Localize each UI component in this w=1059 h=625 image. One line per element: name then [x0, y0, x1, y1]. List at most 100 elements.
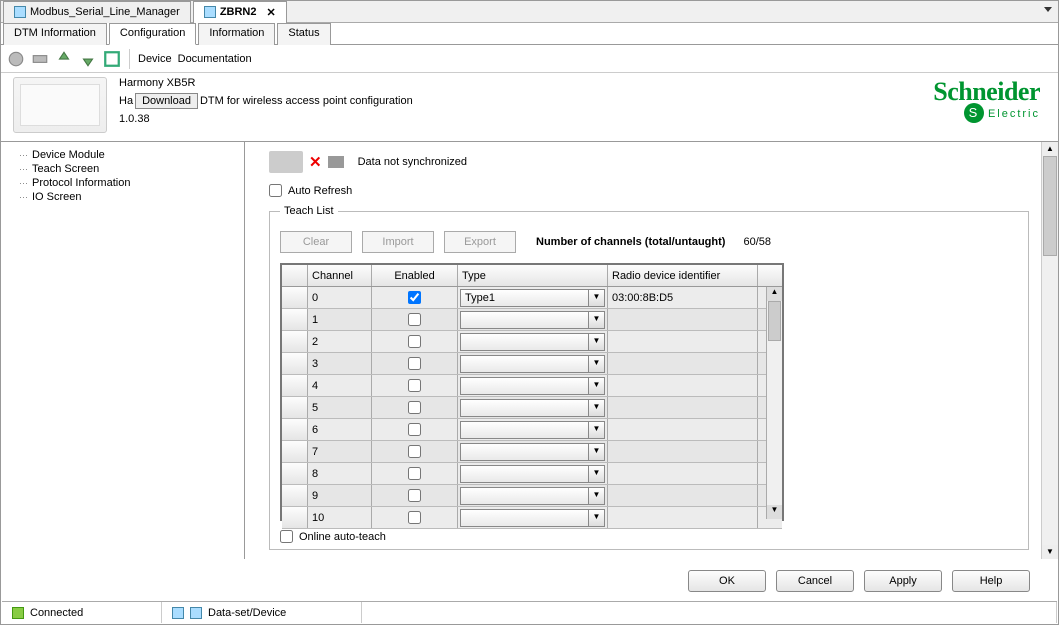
auto-refresh-checkbox[interactable] [269, 184, 282, 197]
tab-zbrn2[interactable]: ZBRN2 ✕ [193, 1, 287, 23]
chevron-down-icon[interactable]: ▼ [588, 444, 604, 460]
row-header[interactable] [282, 463, 308, 484]
table-row[interactable]: 4▼ [282, 375, 782, 397]
download-button[interactable]: Download [135, 93, 198, 109]
connect-icon[interactable] [7, 50, 25, 68]
sidebar-item-protocol-info[interactable]: Protocol Information [9, 176, 236, 190]
enabled-checkbox[interactable] [408, 357, 421, 370]
clear-button[interactable]: Clear [280, 231, 352, 253]
row-header[interactable] [282, 485, 308, 506]
scroll-up-icon[interactable]: ▲ [1042, 142, 1058, 156]
row-header[interactable] [282, 353, 308, 374]
subtab-configuration[interactable]: Configuration [109, 23, 196, 45]
subtab-status[interactable]: Status [277, 23, 330, 45]
cell-enabled[interactable] [372, 463, 458, 484]
cell-type[interactable]: Type1▼ [458, 287, 608, 308]
export-button[interactable]: Export [444, 231, 516, 253]
cell-enabled[interactable] [372, 441, 458, 462]
row-header[interactable] [282, 419, 308, 440]
subtab-information[interactable]: Information [198, 23, 275, 45]
cell-enabled[interactable] [372, 397, 458, 418]
chevron-down-icon[interactable]: ▼ [588, 400, 604, 416]
cell-enabled[interactable] [372, 419, 458, 440]
cell-type[interactable]: ▼ [458, 309, 608, 330]
upload-icon[interactable] [55, 50, 73, 68]
cell-type[interactable]: ▼ [458, 441, 608, 462]
enabled-checkbox[interactable] [408, 467, 421, 480]
cell-enabled[interactable] [372, 507, 458, 528]
enabled-checkbox[interactable] [408, 511, 421, 524]
chevron-down-icon[interactable]: ▼ [588, 356, 604, 372]
chevron-down-icon[interactable]: ▼ [588, 488, 604, 504]
grid-scrollbar[interactable]: ▲ ▼ [766, 287, 782, 519]
enabled-checkbox[interactable] [408, 335, 421, 348]
main-scrollbar[interactable]: ▲ ▼ [1041, 142, 1058, 559]
scroll-thumb[interactable] [1043, 156, 1057, 256]
enabled-checkbox[interactable] [408, 313, 421, 326]
cell-type[interactable]: ▼ [458, 419, 608, 440]
close-icon[interactable]: ✕ [267, 6, 276, 19]
scroll-down-icon[interactable]: ▼ [767, 505, 782, 519]
cell-type[interactable]: ▼ [458, 353, 608, 374]
enabled-checkbox[interactable] [408, 401, 421, 414]
scroll-down-icon[interactable]: ▼ [1042, 545, 1058, 559]
cell-enabled[interactable] [372, 375, 458, 396]
cell-enabled[interactable] [372, 485, 458, 506]
cell-enabled[interactable] [372, 309, 458, 330]
import-button[interactable]: Import [362, 231, 434, 253]
chevron-down-icon[interactable] [1044, 7, 1052, 12]
table-row[interactable]: 9▼ [282, 485, 782, 507]
menu-documentation[interactable]: Documentation [178, 53, 252, 65]
table-row[interactable]: 5▼ [282, 397, 782, 419]
menu-device[interactable]: Device [138, 53, 172, 65]
enabled-checkbox[interactable] [408, 291, 421, 304]
table-row[interactable]: 1▼ [282, 309, 782, 331]
enabled-checkbox[interactable] [408, 379, 421, 392]
cell-type[interactable]: ▼ [458, 485, 608, 506]
tab-modbus[interactable]: Modbus_Serial_Line_Manager [3, 1, 191, 23]
download-icon[interactable] [79, 50, 97, 68]
cell-type[interactable]: ▼ [458, 397, 608, 418]
chevron-down-icon[interactable]: ▼ [588, 510, 604, 526]
cell-type[interactable]: ▼ [458, 507, 608, 528]
online-autoteach-checkbox[interactable] [280, 530, 293, 543]
chevron-down-icon[interactable]: ▼ [588, 422, 604, 438]
chevron-down-icon[interactable]: ▼ [588, 312, 604, 328]
enabled-checkbox[interactable] [408, 489, 421, 502]
row-header[interactable] [282, 287, 308, 308]
table-row[interactable]: 10▼ [282, 507, 782, 529]
col-rdid[interactable]: Radio device identifier [608, 265, 758, 286]
cell-enabled[interactable] [372, 287, 458, 308]
row-header[interactable] [282, 309, 308, 330]
row-header[interactable] [282, 331, 308, 352]
table-row[interactable]: 7▼ [282, 441, 782, 463]
table-row[interactable]: 3▼ [282, 353, 782, 375]
chevron-down-icon[interactable]: ▼ [588, 334, 604, 350]
cell-enabled[interactable] [372, 331, 458, 352]
ref-icon[interactable] [103, 50, 121, 68]
sidebar-item-io-screen[interactable]: IO Screen [9, 190, 236, 204]
row-header[interactable] [282, 441, 308, 462]
col-type[interactable]: Type [458, 265, 608, 286]
cell-type[interactable]: ▼ [458, 463, 608, 484]
apply-button[interactable]: Apply [864, 570, 942, 592]
row-header[interactable] [282, 507, 308, 528]
enabled-checkbox[interactable] [408, 445, 421, 458]
sidebar-item-teach-screen[interactable]: Teach Screen [9, 162, 236, 176]
table-row[interactable]: 2▼ [282, 331, 782, 353]
cell-enabled[interactable] [372, 353, 458, 374]
enabled-checkbox[interactable] [408, 423, 421, 436]
ok-button[interactable]: OK [688, 570, 766, 592]
cell-type[interactable]: ▼ [458, 331, 608, 352]
table-row[interactable]: 6▼ [282, 419, 782, 441]
col-enabled[interactable]: Enabled [372, 265, 458, 286]
cancel-button[interactable]: Cancel [776, 570, 854, 592]
disconnect-icon[interactable] [31, 50, 49, 68]
cell-type[interactable]: ▼ [458, 375, 608, 396]
subtab-dtm-info[interactable]: DTM Information [3, 23, 107, 45]
scroll-up-icon[interactable]: ▲ [767, 287, 782, 301]
row-header[interactable] [282, 375, 308, 396]
chevron-down-icon[interactable]: ▼ [588, 378, 604, 394]
chevron-down-icon[interactable]: ▼ [588, 290, 604, 306]
col-channel[interactable]: Channel [308, 265, 372, 286]
